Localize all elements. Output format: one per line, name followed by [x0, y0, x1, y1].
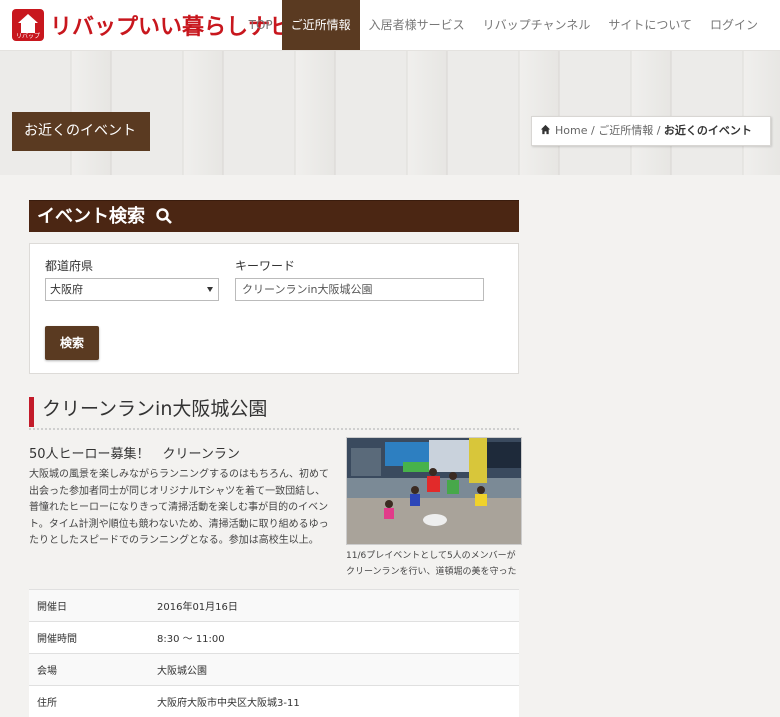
event-details-table: 開催日 2016年01月16日 開催時間 8:30 〜 11:00 会場 大阪城…: [29, 589, 519, 717]
table-row: 開催時間 8:30 〜 11:00: [29, 622, 519, 654]
detail-value: 8:30 〜 11:00: [157, 622, 519, 654]
page-title: お近くのイベント: [12, 112, 150, 151]
breadcrumb-separator: /: [591, 124, 595, 137]
photo-caption: 11/6プレイベントとして5人のメンバーが クリーンランを行い、道頓堀の美を守っ…: [346, 548, 522, 580]
event-photo-illustration: [347, 438, 522, 545]
site-header: リバップ リバップいい暮らしナビ TOP ご近所情報 入居者様サービス リバップ…: [0, 0, 780, 51]
event-subtitle: 50人ヒーロー募集！ クリーンラン: [29, 443, 240, 462]
search-button[interactable]: 検索: [45, 326, 99, 360]
photo-caption-line: 11/6プレイベントとして5人のメンバーが: [346, 548, 522, 564]
prefecture-select-value: 大阪府: [50, 283, 83, 296]
house-logo-icon: リバップ: [12, 9, 44, 41]
hero-banner: お近くのイベント Home / ご近所情報 / お近くのイベント: [0, 51, 780, 175]
table-row: 会場 大阪城公園: [29, 654, 519, 686]
detail-key: 開催日: [29, 590, 157, 622]
detail-value: 2016年01月16日: [157, 590, 519, 622]
breadcrumb-home[interactable]: Home: [555, 124, 587, 137]
search-icon: [155, 207, 173, 225]
keyword-input[interactable]: クリーンランin大阪城公園: [235, 278, 484, 301]
detail-value: 大阪府大阪市中央区大阪城3-11: [157, 686, 519, 717]
event-title: クリーンランin大阪城公園: [29, 397, 519, 427]
detail-value: 大阪城公園: [157, 654, 519, 686]
search-heading: イベント検索: [29, 200, 519, 232]
prefecture-label: 都道府県: [45, 257, 93, 274]
search-form: 都道府県 大阪府 キーワード クリーンランin大阪城公園 検索: [29, 243, 519, 374]
detail-key: 会場: [29, 654, 157, 686]
nav-rebup-channel[interactable]: リバップチャンネル: [474, 0, 600, 50]
breadcrumb: Home / ご近所情報 / お近くのイベント: [531, 116, 771, 146]
detail-key: 開催時間: [29, 622, 157, 654]
breadcrumb-current: お近くのイベント: [664, 124, 752, 137]
nav-top[interactable]: TOP: [240, 0, 282, 50]
prefecture-select[interactable]: 大阪府: [45, 278, 219, 301]
home-icon: [540, 124, 551, 135]
event-photo: [346, 437, 522, 545]
keyword-label: キーワード: [235, 257, 295, 274]
breadcrumb-separator: /: [657, 124, 661, 137]
dropdown-arrow-icon: [207, 287, 213, 292]
logo-sub-text: リバップ: [14, 33, 42, 40]
table-row: 住所 大阪府大阪市中央区大阪城3-11: [29, 686, 519, 717]
nav-about-site[interactable]: サイトについて: [599, 0, 701, 50]
photo-caption-line: クリーンランを行い、道頓堀の美を守った: [346, 564, 522, 580]
breadcrumb-parent[interactable]: ご近所情報: [598, 124, 653, 137]
title-divider: [29, 426, 519, 430]
main-nav: TOP ご近所情報 入居者様サービス リバップチャンネル サイトについて ログイ…: [240, 0, 780, 50]
table-row: 開催日 2016年01月16日: [29, 590, 519, 622]
nav-login[interactable]: ログイン: [701, 0, 780, 50]
nav-resident-services[interactable]: 入居者様サービス: [360, 0, 474, 50]
detail-key: 住所: [29, 686, 157, 717]
search-heading-text: イベント検索: [37, 206, 145, 227]
event-description: 大阪城の風景を楽しみながらランニングするのはもちろん、初めて出会った参加者同士が…: [29, 467, 329, 550]
nav-neighborhood-info[interactable]: ご近所情報: [282, 0, 360, 50]
